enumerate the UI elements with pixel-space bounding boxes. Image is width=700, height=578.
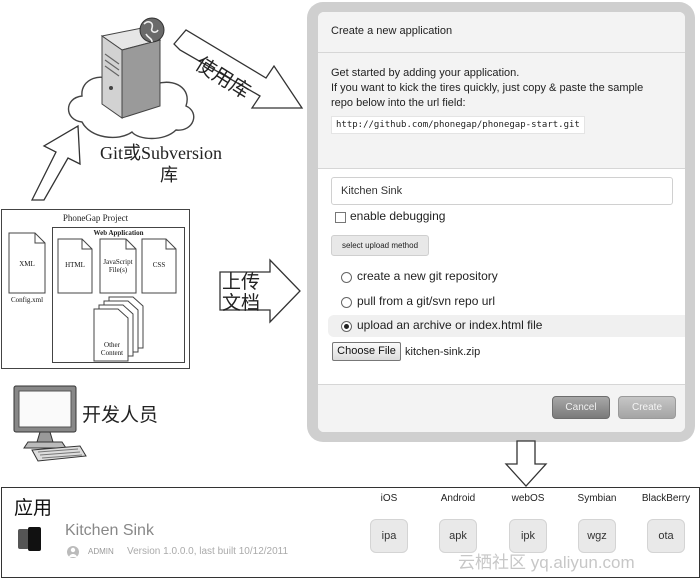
phonegap-project-box: PhoneGap Project XML Config.xml Web Appl… (1, 209, 190, 369)
option-radio-upload[interactable] (341, 321, 352, 332)
app-name-input[interactable]: Kitchen Sink (331, 177, 673, 205)
platform-name-blackberry: BlackBerry (641, 493, 691, 504)
vcs-label-line2: 库 (160, 165, 178, 185)
intro-line-3: repo below into the url field: (331, 97, 466, 109)
platform-name-webos: webOS (511, 493, 545, 504)
user-icon (67, 546, 79, 558)
apps-panel-title: 应用 (14, 498, 53, 519)
option-label-upload: upload an archive or index.html file (357, 318, 543, 332)
upload-label-line1: 上传 (222, 272, 261, 293)
watermark: 云栖社区 yq.aliyun.com (458, 553, 635, 572)
app-name-value: Kitchen Sink (341, 185, 403, 197)
down-arrow (504, 440, 548, 487)
file-label-html: HTML (65, 261, 85, 269)
file-label-css: CSS (152, 261, 166, 269)
file-label-javascript: JavaScript File(s) (103, 258, 133, 274)
dialog-intro: Get started by adding your application. … (318, 53, 685, 169)
package-button-ota[interactable]: ota (647, 519, 685, 553)
option-radio-pull[interactable] (341, 297, 352, 308)
cancel-button[interactable]: Cancel (552, 396, 610, 419)
developer-label: 开发人员 (82, 405, 159, 426)
version-info: Version 1.0.0.0, last built 10/12/2011 (127, 546, 289, 557)
chosen-file-name: kitchen-sink.zip (405, 346, 481, 358)
dialog-title: Create a new application (331, 25, 453, 37)
upload-label-line2: 文档 (222, 293, 261, 314)
project-title: PhoneGap Project (62, 213, 129, 223)
upload-label: 上传 文档 (222, 272, 260, 314)
create-application-dialog: Create a new application Get started by … (318, 12, 685, 432)
intro-line-2: If you want to kick the tires quickly, j… (331, 82, 644, 94)
web-application-title: Web Application (93, 229, 144, 237)
platform-name-android: Android (440, 493, 476, 504)
app-name[interactable]: Kitchen Sink (65, 522, 154, 540)
dialog-header: Create a new application (318, 12, 685, 53)
radio-selected-dot (344, 324, 349, 329)
debug-label: enable debugging (350, 209, 446, 223)
vcs-label: Git或Subversion 库 (100, 142, 250, 186)
intro-line-1: Get started by adding your application. (331, 67, 520, 79)
debug-checkbox[interactable] (335, 212, 346, 223)
role-badge: ADMIN (88, 547, 114, 556)
web-application-box: Web Application HTML JavaScript File(s) … (52, 227, 185, 363)
option-label-pull: pull from a git/svn repo url (357, 294, 496, 308)
platform-name-ios: iOS (380, 493, 398, 504)
other-content-label: Other Content (100, 341, 124, 357)
choose-file-button[interactable]: Choose File (332, 342, 401, 361)
option-radio-git[interactable] (341, 272, 352, 283)
option-label-git: create a new git repository (357, 269, 498, 283)
globe-icon (139, 17, 165, 43)
sample-repo-url[interactable]: http://github.com/phonegap/phonegap-star… (331, 116, 585, 134)
config-file-label: Config.xml (10, 296, 44, 304)
computer-icon (13, 385, 87, 462)
xml-label: XML (19, 260, 35, 268)
create-button[interactable]: Create (618, 396, 676, 419)
vcs-label-line1: Git或Subversion (100, 143, 223, 163)
select-upload-method-button[interactable]: select upload method (331, 235, 429, 256)
app-icon[interactable] (14, 526, 46, 554)
upward-arrow (30, 124, 81, 201)
platform-name-symbian: Symbian (577, 493, 617, 504)
package-button-ipa[interactable]: ipa (370, 519, 408, 553)
